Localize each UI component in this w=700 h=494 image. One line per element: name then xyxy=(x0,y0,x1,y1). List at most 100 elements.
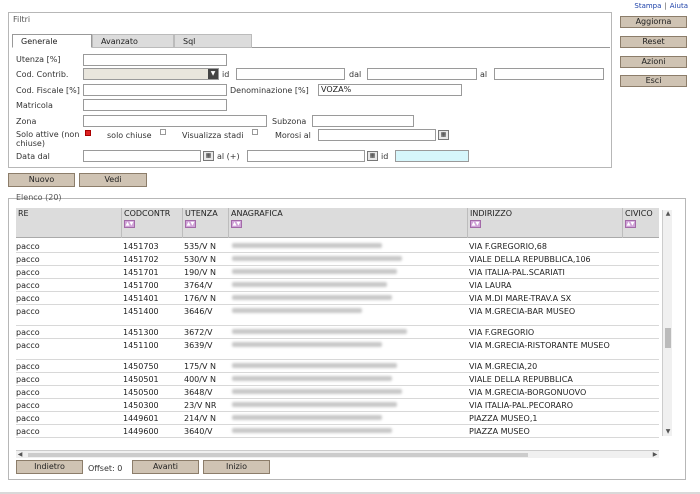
indietro-button[interactable]: Indietro xyxy=(16,460,83,474)
scroll-right-icon[interactable]: ▶ xyxy=(651,451,659,459)
table-row[interactable]: pacco 1451701 190/V N VIA ITALIA-PAL.SCARIA… xyxy=(16,266,659,279)
anagrafica-redacted xyxy=(232,402,397,407)
scrollbar-thumb[interactable] xyxy=(665,328,671,348)
sort-icon[interactable]: ▲▼ xyxy=(231,220,242,228)
anagrafica-redacted xyxy=(232,363,397,368)
filter-tabs: Generale Avanzato Sql xyxy=(12,34,610,48)
sort-icon[interactable]: ▲▼ xyxy=(124,220,135,228)
col-utenza[interactable]: UTENZA ▲▼ xyxy=(183,208,229,238)
cell-utenza: 23/V NR xyxy=(184,401,217,410)
tab-avanzato[interactable]: Avanzato xyxy=(92,34,174,48)
anagrafica-redacted xyxy=(232,282,387,287)
horizontal-scrollbar[interactable]: ◀ ▶ xyxy=(16,450,659,458)
table-row[interactable]: pacco 1451100 3639/V VIA M.GRECIA-RISTORANT… xyxy=(16,339,659,360)
grid-header: RE CODCONTR ▲▼ UTENZA ▲▼ ANAGRAFICA ▲▼ INDI… xyxy=(16,208,659,238)
table-row[interactable]: pacco 1449600 3640/V PIAZZA MUSEO xyxy=(16,425,659,438)
id-label: id xyxy=(222,70,230,79)
anagrafica-redacted xyxy=(232,428,392,433)
utenza-input[interactable] xyxy=(83,54,227,66)
solo-chiuse-checkbox[interactable] xyxy=(160,129,166,135)
table-row[interactable]: pacco 1451401 176/V N VIA M.DI MARE-TRAV.A … xyxy=(16,292,659,305)
inizio-button[interactable]: Inizio xyxy=(203,460,270,474)
col-civico[interactable]: CIVICO ▲▼ xyxy=(623,208,659,238)
cell-codcontr: 1451100 xyxy=(123,341,159,350)
esci-button[interactable]: Esci xyxy=(620,75,687,87)
zona-label: Zona xyxy=(16,117,37,126)
calendar-icon[interactable]: ▦ xyxy=(203,151,214,161)
results-caption: Elenco (20) xyxy=(16,193,62,202)
id2-input[interactable] xyxy=(395,150,469,162)
denominazione-input[interactable]: VOZA% xyxy=(318,84,462,96)
visualizza-stadi-checkbox[interactable] xyxy=(252,129,258,135)
anagrafica-redacted xyxy=(232,295,392,300)
cell-codcontr: 1451401 xyxy=(123,294,159,303)
utenza-label: Utenza [%] xyxy=(16,55,61,64)
cell-re: pacco xyxy=(16,401,40,410)
cell-indirizzo: VIALE DELLA REPUBBLICA xyxy=(469,375,573,384)
matricola-input[interactable] xyxy=(83,99,227,111)
cell-codcontr: 1451300 xyxy=(123,328,159,337)
avanti-button[interactable]: Avanti xyxy=(132,460,199,474)
cell-re: pacco xyxy=(16,281,40,290)
sort-icon[interactable]: ▲▼ xyxy=(185,220,196,228)
table-row[interactable]: pacco 1450501 400/V N VIALE DELLA REPUBBLIC… xyxy=(16,373,659,386)
cell-codcontr: 1449601 xyxy=(123,414,159,423)
table-row[interactable]: pacco 1450500 3648/V VIA M.GRECIA-BORGONUOV… xyxy=(16,386,659,399)
sort-icon[interactable]: ▲▼ xyxy=(625,220,636,228)
dal-input[interactable] xyxy=(367,68,477,80)
al-input[interactable] xyxy=(494,68,604,80)
cod-fiscale-input[interactable] xyxy=(83,84,227,96)
table-row[interactable]: pacco 1450750 175/V N VIA M.GRECIA,20 xyxy=(16,360,659,373)
azioni-button[interactable]: Azioni xyxy=(620,56,687,68)
zona-input[interactable] xyxy=(83,115,267,127)
table-row[interactable]: pacco 1449601 214/V N PIAZZA MUSEO,1 xyxy=(16,412,659,425)
cell-re: pacco xyxy=(16,414,40,423)
cell-utenza: 214/V N xyxy=(184,414,216,423)
col-codcontr[interactable]: CODCONTR ▲▼ xyxy=(122,208,183,238)
vertical-scrollbar[interactable]: ▲ ▼ xyxy=(662,210,672,436)
anagrafica-redacted xyxy=(232,389,402,394)
hscroll-thumb[interactable] xyxy=(28,453,528,457)
sort-icon[interactable]: ▲▼ xyxy=(470,220,481,228)
aiuta-link[interactable]: Aiuta xyxy=(670,2,688,10)
table-row[interactable]: pacco 1450300 23/V NR VIA ITALIA-PAL.PECORA… xyxy=(16,399,659,412)
nuovo-button[interactable]: Nuovo xyxy=(8,173,75,187)
subzona-input[interactable] xyxy=(312,115,414,127)
data-dal-input[interactable] xyxy=(83,150,201,162)
tab-sql[interactable]: Sql xyxy=(174,34,252,48)
morosi-al-input[interactable] xyxy=(318,129,436,141)
reset-button[interactable]: Reset xyxy=(620,36,687,48)
scroll-left-icon[interactable]: ◀ xyxy=(16,451,24,459)
cell-codcontr: 1451400 xyxy=(123,307,159,316)
anagrafica-redacted xyxy=(232,256,402,261)
table-row[interactable]: pacco 1451700 3764/V VIA LAURA xyxy=(16,279,659,292)
cell-re: pacco xyxy=(16,328,40,337)
col-indirizzo[interactable]: INDIRIZZO ▲▼ xyxy=(468,208,623,238)
cell-codcontr: 1450501 xyxy=(123,375,159,384)
anagrafica-redacted xyxy=(232,269,397,274)
cod-contrib-select[interactable]: ▼ xyxy=(83,68,219,80)
cell-re: pacco xyxy=(16,294,40,303)
cell-re: pacco xyxy=(16,341,40,350)
al-piu-input[interactable] xyxy=(247,150,365,162)
tab-generale[interactable]: Generale xyxy=(12,34,92,48)
stampa-link[interactable]: Stampa xyxy=(634,2,661,10)
id-input[interactable] xyxy=(236,68,345,80)
solo-attive-checkbox[interactable] xyxy=(85,130,91,136)
vedi-button[interactable]: Vedi xyxy=(79,173,147,187)
aggiorna-button[interactable]: Aggiorna xyxy=(620,16,687,28)
col-utenza-label: UTENZA xyxy=(185,209,218,218)
table-row[interactable]: pacco 1451702 530/V N VIALE DELLA REPUBBLIC… xyxy=(16,253,659,266)
col-anagrafica[interactable]: ANAGRAFICA ▲▼ xyxy=(229,208,468,238)
table-row[interactable]: pacco 1451400 3646/V VIA M.GRECIA-BAR MUSEO xyxy=(16,305,659,326)
calendar-icon[interactable]: ▦ xyxy=(438,130,449,140)
col-re[interactable]: RE xyxy=(16,208,122,238)
id2-label: id xyxy=(381,152,389,161)
scroll-up-icon[interactable]: ▲ xyxy=(663,210,673,218)
table-row[interactable]: pacco 1451300 3672/V VIA F.GREGORIO xyxy=(16,326,659,339)
table-row[interactable]: pacco 1451703 535/V N VIA F.GREGORIO,68 xyxy=(16,240,659,253)
al-label: al xyxy=(480,70,488,79)
calendar-icon[interactable]: ▦ xyxy=(367,151,378,161)
anagrafica-redacted xyxy=(232,243,382,248)
scroll-down-icon[interactable]: ▼ xyxy=(663,428,673,436)
